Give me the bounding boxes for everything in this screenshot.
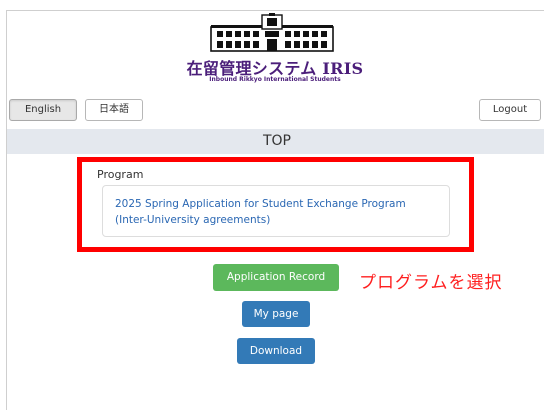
select-program-annotation: プログラムを選択 xyxy=(359,273,503,293)
language-english-button[interactable]: English xyxy=(9,99,77,121)
logout-button[interactable]: Logout xyxy=(479,99,541,121)
program-name-line1[interactable]: 2025 Spring Application for Student Exch… xyxy=(115,196,437,212)
my-page-button[interactable]: My page xyxy=(242,301,310,327)
program-name-line2[interactable]: (Inter-University agreements) xyxy=(115,212,437,228)
site-logo: 在留管理システム IRIS Inbound Rikkyo Internation… xyxy=(185,13,365,89)
program-selector[interactable]: 2025 Spring Application for Student Exch… xyxy=(102,185,450,237)
page-title: TOP xyxy=(7,129,544,154)
language-japanese-button[interactable]: 日本語 xyxy=(85,99,143,121)
application-record-button[interactable]: Application Record xyxy=(213,264,339,291)
site-subtitle: Inbound Rikkyo International Students xyxy=(209,76,341,83)
program-label: Program xyxy=(97,168,144,181)
download-button[interactable]: Download xyxy=(237,338,315,364)
building-logo-icon xyxy=(210,13,334,52)
